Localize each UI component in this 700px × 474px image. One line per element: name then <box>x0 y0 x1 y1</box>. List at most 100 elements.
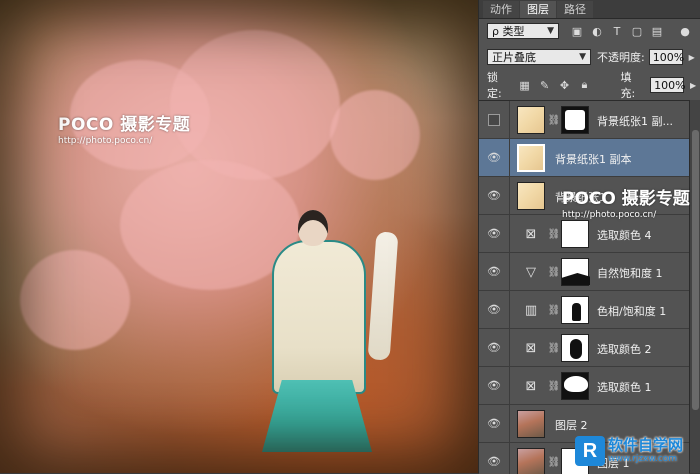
layer-name[interactable]: 背景纸张1 副... <box>597 113 673 129</box>
panel-watermark: POCO 摄影专题 http://photo.poco.cn/ <box>562 184 690 220</box>
chain-link-icon[interactable]: ⛓ <box>548 113 561 127</box>
chain-link-icon[interactable]: ⛓ <box>548 379 561 393</box>
layer-mask-thumbnail[interactable] <box>561 334 589 362</box>
visibility-toggle[interactable]: 👁︎ <box>479 329 510 366</box>
layer-row[interactable]: 👁︎ ▽ ⛓ 自然饱和度 1 <box>479 253 689 291</box>
visibility-toggle[interactable]: 👁︎ <box>479 215 510 252</box>
eye-icon: 👁︎ <box>487 341 501 354</box>
smart-object-filter-icon[interactable]: ▤ <box>649 23 665 39</box>
site-logo-mark: R <box>575 436 605 466</box>
chain-link-icon[interactable]: ⛓ <box>548 455 561 469</box>
filter-type-label: ρ 类型 <box>492 25 525 38</box>
panel-tabbar: 动作 图层 路径 <box>479 0 700 19</box>
layer-name[interactable]: 背景纸张1 副本 <box>555 151 632 167</box>
eye-icon: 👁︎ <box>487 379 501 392</box>
image-canvas[interactable]: POCO 摄影专题 http://photo.poco.cn/ <box>0 0 478 473</box>
tab-layers[interactable]: 图层 <box>520 1 556 18</box>
lock-all-icon[interactable]: 🔒︎ <box>577 77 593 93</box>
chain-link-icon[interactable]: ⛓ <box>548 227 561 241</box>
layer-name[interactable]: 自然饱和度 1 <box>597 265 663 281</box>
selective-color-icon[interactable]: ⊠ <box>523 340 539 356</box>
site-logo-url: www.rjzxw.com <box>608 454 677 464</box>
chain-link-icon[interactable]: ⛓ <box>548 341 561 355</box>
visibility-toggle[interactable] <box>479 101 510 138</box>
chain-link-icon[interactable]: ⛓ <box>548 303 561 317</box>
layer-row[interactable]: 👁︎ ▥ ⛓ 色相/饱和度 1 <box>479 291 689 329</box>
blend-mode-select[interactable]: 正片叠底 ▼ <box>487 49 591 65</box>
visibility-toggle[interactable]: 👁︎ <box>479 443 510 474</box>
tab-paths[interactable]: 路径 <box>557 1 593 18</box>
layer-thumbnail[interactable] <box>517 106 545 134</box>
chevron-down-icon: ▼ <box>579 52 586 62</box>
layer-row[interactable]: 👁︎ ⊠ ⛓ 选取颜色 2 <box>479 329 689 367</box>
layer-mask-thumbnail[interactable] <box>561 220 589 248</box>
eye-icon: 👁︎ <box>487 417 501 430</box>
layer-thumbnail[interactable] <box>517 410 545 438</box>
shape-filter-icon[interactable]: ▢ <box>629 23 645 39</box>
chevron-right-icon[interactable]: ▶ <box>685 77 700 93</box>
visibility-toggle[interactable]: 👁︎ <box>479 291 510 328</box>
eye-icon: 👁︎ <box>487 455 501 468</box>
layer-name[interactable]: 选取颜色 1 <box>597 379 652 395</box>
layer-row[interactable]: 👁︎ ⊠ ⛓ 选取颜色 4 <box>479 215 689 253</box>
lock-move-icon[interactable]: ✥ <box>557 77 573 93</box>
visibility-toggle[interactable]: 👁︎ <box>479 177 510 214</box>
layer-thumbnail[interactable] <box>517 144 545 172</box>
watermark-logo: POCO 摄影专题 <box>58 115 191 135</box>
vibrance-icon[interactable]: ▽ <box>523 264 539 280</box>
visibility-off-icon <box>488 113 500 126</box>
blossom-cluster <box>330 90 420 180</box>
visibility-toggle[interactable]: 👁︎ <box>479 367 510 404</box>
layer-row[interactable]: ⛓ 背景纸张1 副... <box>479 101 689 139</box>
layer-mask-thumbnail[interactable] <box>561 296 589 324</box>
adjustment-filter-icon[interactable]: ◐ <box>589 23 605 39</box>
blossom-cluster <box>20 250 130 350</box>
layer-name[interactable]: 选取颜色 4 <box>597 227 652 243</box>
filter-toggle-icon[interactable]: ● <box>677 23 693 39</box>
eye-icon: 👁︎ <box>487 227 501 240</box>
layer-row[interactable]: 👁︎ ⊠ ⛓ 选取颜色 1 <box>479 367 689 405</box>
eye-icon: 👁︎ <box>487 151 501 164</box>
selective-color-icon[interactable]: ⊠ <box>523 378 539 394</box>
chevron-right-icon[interactable]: ▶ <box>684 49 700 65</box>
visibility-toggle[interactable]: 👁︎ <box>479 405 510 442</box>
eye-icon: 👁︎ <box>487 265 501 278</box>
lock-transparency-icon[interactable]: ▦ <box>517 77 533 93</box>
eye-icon: 👁︎ <box>487 189 501 202</box>
lock-paint-icon[interactable]: ✎ <box>537 77 553 93</box>
type-filter-icon[interactable]: T <box>609 23 625 39</box>
site-logo-texts: 软件自学网 www.rjzxw.com <box>608 437 683 465</box>
blossom-cluster <box>170 30 340 180</box>
hue-saturation-icon[interactable]: ▥ <box>523 302 539 318</box>
layer-thumbnail[interactable] <box>517 448 545 474</box>
layer-mask-thumbnail[interactable] <box>561 106 589 134</box>
layers-panel: 动作 图层 路径 ρ 类型 ▼ ▣ ◐ T ▢ ▤ ● 正片叠底 ▼ 不透明度:… <box>478 0 700 474</box>
tab-actions[interactable]: 动作 <box>483 1 519 18</box>
chain-link-icon[interactable]: ⛓ <box>548 265 561 279</box>
visibility-toggle[interactable]: 👁︎ <box>479 253 510 290</box>
layer-name[interactable]: 色相/饱和度 1 <box>597 303 666 319</box>
opacity-input[interactable]: 100% <box>648 49 684 65</box>
figure-robe <box>272 240 366 394</box>
layer-name[interactable]: 选取颜色 2 <box>597 341 652 357</box>
selective-color-icon[interactable]: ⊠ <box>523 226 539 242</box>
blend-mode-value: 正片叠底 <box>492 51 536 64</box>
visibility-toggle[interactable]: 👁︎ <box>479 139 510 176</box>
layers-list: ⛓ 背景纸张1 副... 👁︎ 背景纸张1 副本 👁︎ 背景纸张1 👁︎ ⊠ ⛓… <box>479 100 689 474</box>
layer-mask-thumbnail[interactable] <box>561 372 589 400</box>
layer-mask-thumbnail[interactable] <box>561 258 589 286</box>
scrollbar-thumb[interactable] <box>692 130 699 410</box>
filter-type-select[interactable]: ρ 类型 ▼ <box>487 23 559 39</box>
watermark-url: http://photo.poco.cn/ <box>562 210 657 220</box>
pixel-filter-icon[interactable]: ▣ <box>569 23 585 39</box>
fill-label: 填充: <box>620 71 636 100</box>
layer-name[interactable]: 图层 2 <box>555 417 588 433</box>
layers-scrollbar[interactable] <box>689 100 700 473</box>
layer-thumbnail[interactable] <box>517 182 545 210</box>
blend-row: 正片叠底 ▼ 不透明度: 100% ▶ <box>479 45 700 69</box>
layer-row[interactable]: 👁︎ 背景纸张1 副本 <box>479 139 689 177</box>
lock-label: 锁定: <box>487 71 502 100</box>
fill-input[interactable]: 100% <box>650 77 686 93</box>
canvas-watermark: POCO 摄影专题 http://photo.poco.cn/ <box>58 110 190 146</box>
lock-row: 锁定: ▦ ✎ ✥ 🔒︎ 填充: 100% ▶ <box>479 71 700 100</box>
